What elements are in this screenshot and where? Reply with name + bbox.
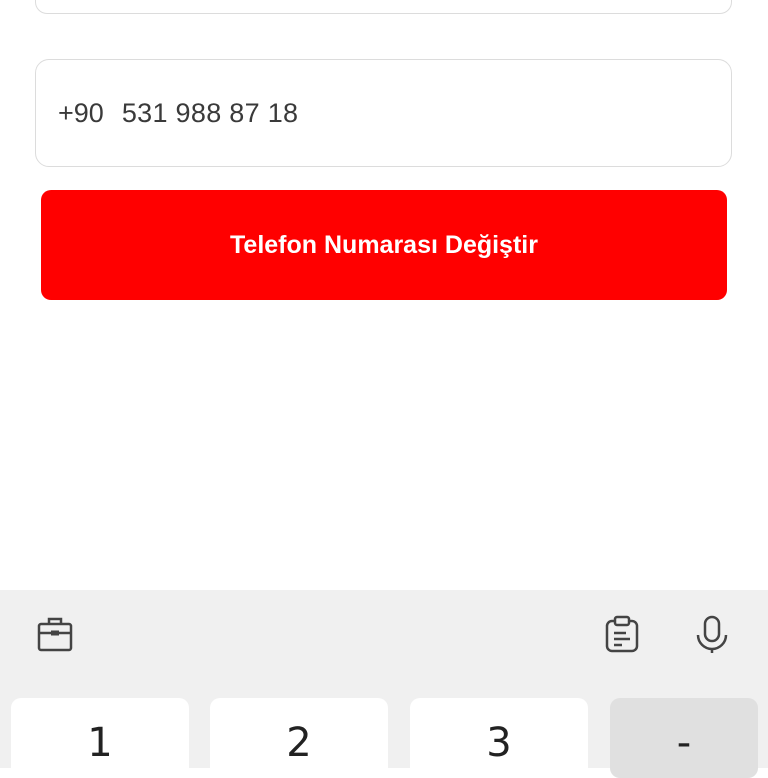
key-3[interactable]: 3: [410, 698, 588, 778]
briefcase-icon[interactable]: [33, 612, 77, 656]
phone-input-field[interactable]: +90 531 988 87 18: [35, 59, 732, 167]
country-code: +90: [58, 97, 104, 128]
phone-number-value: 531 988 87 18: [121, 97, 299, 128]
clipboard-icon[interactable]: [600, 612, 644, 656]
change-phone-button[interactable]: Telefon Numarası Değiştir: [41, 190, 727, 300]
microphone-icon[interactable]: [690, 612, 734, 656]
numeric-keyboard: 1 2 3 -: [0, 590, 768, 778]
key-minus[interactable]: -: [610, 698, 758, 778]
previous-input-field[interactable]: [35, 0, 732, 14]
key-2[interactable]: 2: [210, 698, 388, 778]
key-1[interactable]: 1: [11, 698, 189, 778]
